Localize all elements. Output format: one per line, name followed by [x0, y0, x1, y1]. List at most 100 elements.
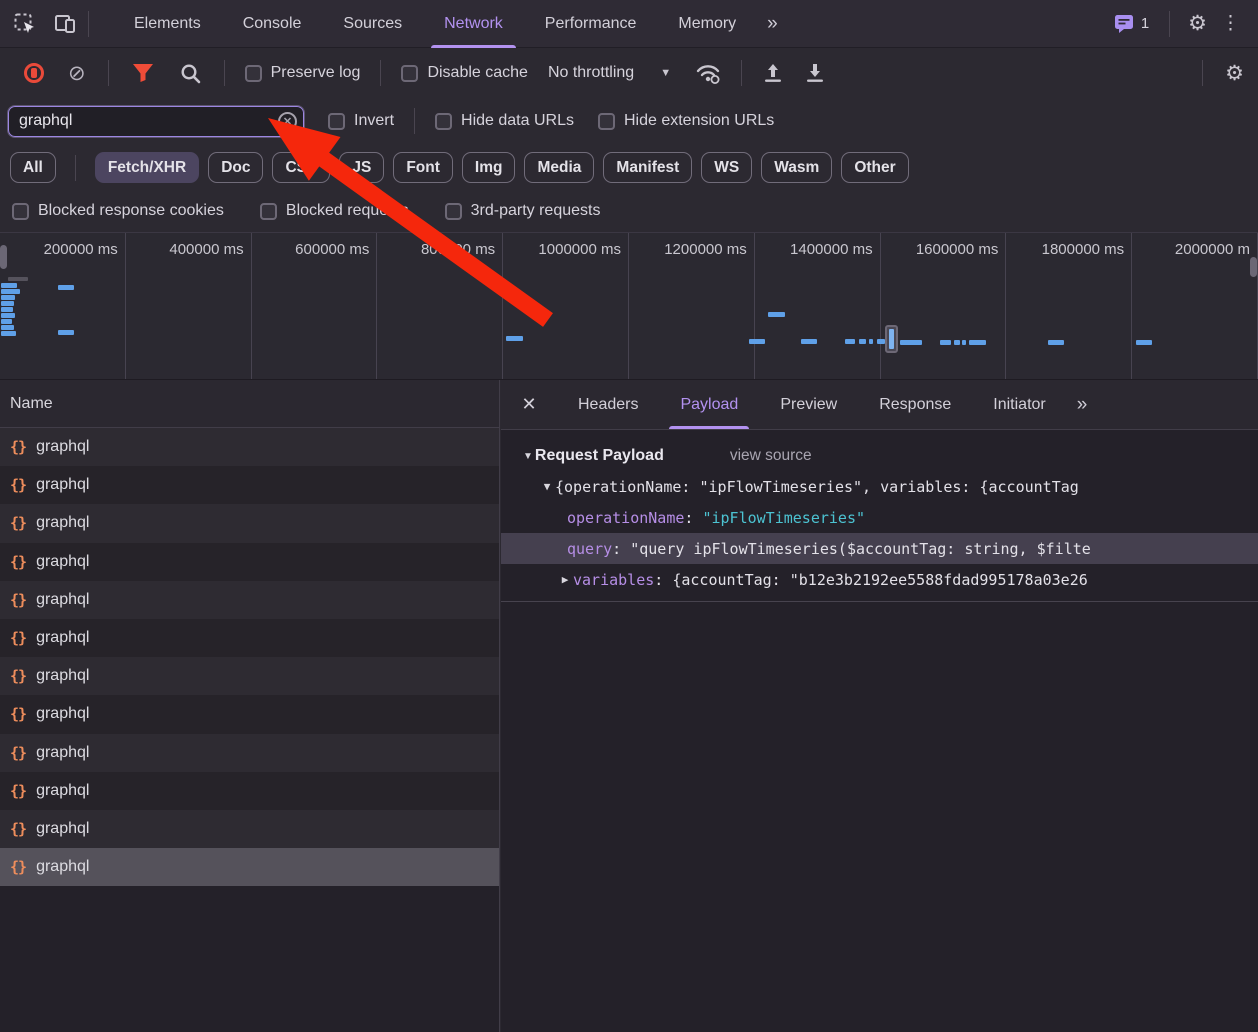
hide-data-urls-checkbox[interactable]: Hide data URLs: [435, 112, 574, 130]
chip-wasm[interactable]: Wasm: [761, 152, 833, 183]
checkbox-box[interactable]: [435, 112, 453, 130]
request-timing-mark: [1, 325, 14, 330]
checkbox-box[interactable]: [597, 112, 615, 130]
request-name: graphql: [36, 667, 90, 685]
checkbox-box[interactable]: [12, 202, 29, 220]
tab-memory[interactable]: Memory: [657, 0, 757, 48]
network-conditions-icon[interactable]: [695, 62, 721, 84]
inspect-element-icon[interactable]: [12, 11, 38, 37]
fetch-xhr-icon: {}: [10, 858, 27, 877]
name-column-header[interactable]: Name: [0, 380, 499, 428]
clear-network-log-icon[interactable]: ⊘: [68, 63, 86, 84]
search-icon[interactable]: [180, 63, 201, 84]
checkbox-box[interactable]: [328, 112, 345, 130]
request-row[interactable]: {} graphql: [0, 504, 499, 543]
request-row[interactable]: {} graphql: [0, 542, 499, 581]
chip-fetch-xhr[interactable]: Fetch/XHR: [94, 152, 200, 183]
settings-gear-icon[interactable]: ⚙: [1188, 13, 1207, 34]
throttling-select[interactable]: No throttling ▼: [548, 64, 671, 82]
request-row[interactable]: {} graphql: [0, 618, 499, 658]
detail-tab-preview[interactable]: Preview: [759, 380, 858, 429]
chip-font[interactable]: Font: [393, 152, 453, 183]
request-row[interactable]: {} graphql: [0, 695, 499, 734]
payload-tree-row[interactable]: ▼ {operationName: "ipFlowTimeseries", var…: [501, 471, 1258, 502]
request-row[interactable]: {} graphql: [0, 771, 499, 810]
detail-tab-initiator[interactable]: Initiator: [972, 380, 1066, 429]
tab-network[interactable]: Network: [423, 0, 524, 48]
network-settings-gear-icon[interactable]: ⚙: [1225, 63, 1244, 84]
checkbox-box[interactable]: [401, 64, 419, 82]
chip-ws[interactable]: WS: [701, 152, 753, 183]
expand-triangle-icon[interactable]: ▶: [557, 573, 573, 586]
device-toolbar-icon[interactable]: [52, 11, 78, 37]
request-timing-mark: [8, 277, 28, 281]
chip-all[interactable]: All: [10, 152, 56, 183]
payload-tree-row[interactable]: operationName: "ipFlowTimeseries": [501, 502, 1258, 533]
request-timing-mark: [1, 283, 17, 288]
import-har-icon[interactable]: [762, 62, 784, 84]
preserve-log-checkbox[interactable]: Preserve log: [244, 64, 361, 82]
detail-tab-response[interactable]: Response: [858, 380, 972, 429]
request-timing-mark: [1, 301, 14, 306]
checkbox-box[interactable]: [444, 202, 462, 220]
blocked-filter-bar: Blocked response cookies Blocked requests…: [0, 190, 1258, 233]
chip-manifest[interactable]: Manifest: [603, 152, 693, 183]
3rd-party-requests-checkbox[interactable]: 3rd-party requests: [444, 202, 600, 220]
collapse-triangle-icon[interactable]: ▼: [523, 451, 533, 462]
detail-tab-headers[interactable]: Headers: [557, 380, 659, 429]
tab-sources[interactable]: Sources: [322, 0, 423, 48]
chevron-down-icon: ▼: [660, 67, 672, 79]
hide-extension-urls-checkbox[interactable]: Hide extension URLs: [597, 112, 774, 130]
request-row[interactable]: {} graphql: [0, 657, 499, 696]
collapse-triangle-icon[interactable]: ▼: [539, 480, 555, 493]
request-name: graphql: [36, 743, 90, 761]
tab-console[interactable]: Console: [222, 0, 323, 48]
clear-filter-icon[interactable]: ✕: [278, 111, 297, 131]
request-row[interactable]: {} graphql: [0, 848, 499, 887]
disable-cache-checkbox[interactable]: Disable cache: [401, 64, 528, 82]
more-tabs-icon[interactable]: »: [757, 13, 786, 35]
tab-elements[interactable]: Elements: [113, 0, 222, 48]
request-row[interactable]: {} graphql: [0, 733, 499, 772]
checkbox-box[interactable]: [259, 202, 277, 220]
fetch-xhr-icon: {}: [10, 629, 27, 648]
checkbox-box[interactable]: [244, 64, 262, 82]
fetch-xhr-icon: {}: [10, 514, 27, 533]
request-name: graphql: [36, 514, 90, 532]
payload-tree-row[interactable]: ▶ variables: {accountTag: "b12e3b2192ee55…: [501, 564, 1258, 595]
divider: [88, 10, 89, 37]
filter-funnel-icon[interactable]: [132, 63, 154, 83]
preserve-log-label: Preserve log: [270, 64, 361, 81]
export-har-icon[interactable]: [804, 62, 826, 84]
detail-tab-payload[interactable]: Payload: [659, 380, 759, 429]
chip-other[interactable]: Other: [841, 152, 909, 183]
customize-menu-icon[interactable]: ⋮: [1215, 12, 1246, 35]
code-segment: query: [567, 539, 613, 558]
request-row[interactable]: {} graphql: [0, 466, 499, 505]
record-network-log-icon[interactable]: [24, 63, 44, 83]
payload-tree-row[interactable]: query: "query ipFlowTimeseries($accountT…: [501, 533, 1258, 564]
request-timing-mark: [889, 329, 894, 349]
chip-img[interactable]: Img: [461, 152, 516, 183]
request-name: graphql: [36, 629, 90, 647]
network-overview-timeline[interactable]: 200000 ms 400000 ms 600000 ms 800000 ms 1000…: [0, 233, 1258, 380]
request-row[interactable]: {} graphql: [0, 809, 499, 849]
divider: [74, 154, 76, 181]
chip-css[interactable]: CSS: [272, 152, 331, 183]
invert-checkbox[interactable]: Invert: [328, 112, 394, 130]
request-row[interactable]: {} graphql: [0, 580, 499, 619]
blocked-requests-checkbox[interactable]: Blocked requests: [259, 202, 409, 220]
chip-js[interactable]: JS: [339, 152, 385, 183]
issues-icon[interactable]: 1: [1114, 14, 1151, 33]
filter-input[interactable]: [7, 104, 305, 138]
chip-doc[interactable]: Doc: [208, 152, 264, 183]
code-segment: {operationName: "ipFlowTimeseries", vari…: [555, 477, 1079, 496]
chip-media[interactable]: Media: [524, 152, 595, 183]
blocked-response-cookies-checkbox[interactable]: Blocked response cookies: [12, 202, 224, 220]
more-detail-tabs-icon[interactable]: »: [1067, 380, 1096, 429]
close-detail-icon[interactable]: ✕: [501, 380, 557, 429]
request-name: graphql: [36, 438, 90, 456]
request-row[interactable]: {} graphql: [0, 428, 499, 467]
view-source-link[interactable]: view source: [730, 447, 812, 465]
tab-performance[interactable]: Performance: [524, 0, 658, 48]
